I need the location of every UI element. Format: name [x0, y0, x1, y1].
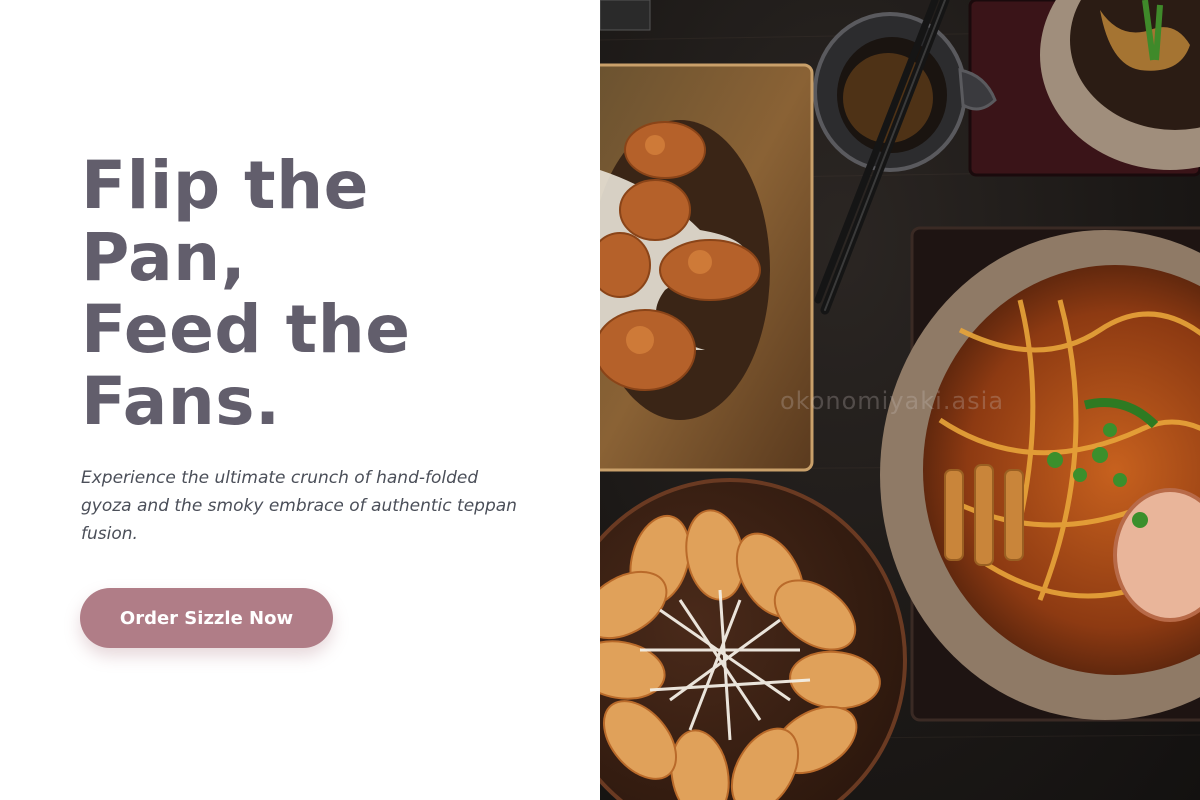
- ramen-icon: [880, 226, 1200, 722]
- order-sizzle-now-button[interactable]: Order Sizzle Now: [80, 588, 333, 648]
- photo-watermark: okonomiyaki.asia: [780, 387, 1005, 415]
- hero-panel: Flip the Pan, Feed the Fans. Experience …: [0, 0, 600, 800]
- hero-title: Flip the Pan, Feed the Fans.: [81, 150, 561, 438]
- food-photo: okonomiyaki.asia: [600, 0, 1200, 800]
- landing-page: Flip the Pan, Feed the Fans. Experience …: [0, 0, 1200, 800]
- hero-subtitle: Experience the ultimate crunch of hand-f…: [81, 468, 517, 544]
- hero-title-line: Flip the: [81, 147, 369, 224]
- gyoza-icon: [600, 478, 907, 800]
- hero-title-line: Feed the: [81, 291, 411, 368]
- side-bowl-icon: [968, 0, 1200, 177]
- hero-title-line: Pan,: [81, 219, 247, 296]
- tray-corner: [600, 0, 651, 31]
- hero-title-line: Fans.: [81, 363, 281, 440]
